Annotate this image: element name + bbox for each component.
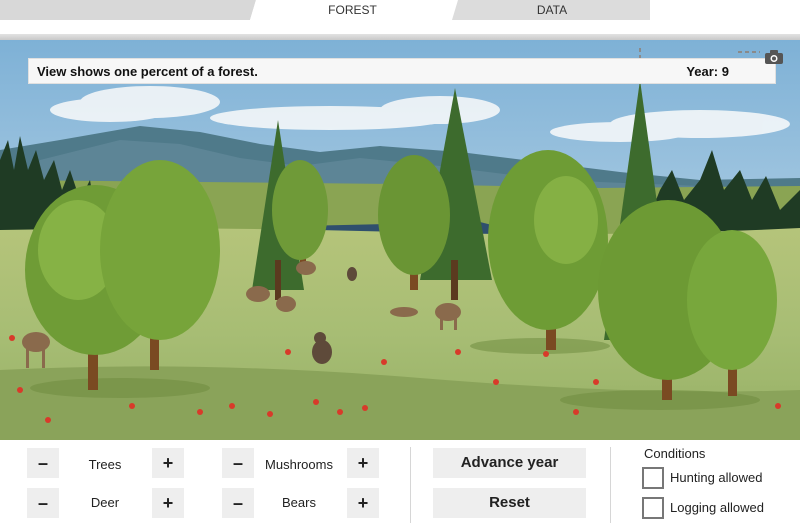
year-value: 9 bbox=[721, 64, 729, 79]
advance-year-button[interactable]: Advance year bbox=[433, 448, 586, 478]
mushrooms-increase-button[interactable]: + bbox=[347, 448, 379, 478]
year-readout: Year: 9 bbox=[686, 64, 729, 79]
bears-decrease-button[interactable]: – bbox=[222, 488, 254, 518]
trees-decrease-button[interactable]: – bbox=[27, 448, 59, 478]
hunting-allowed-label[interactable]: Hunting allowed bbox=[670, 470, 763, 485]
divider-left bbox=[410, 447, 411, 523]
tab-strip-right bbox=[650, 0, 800, 20]
scene-description: View shows one percent of a forest. bbox=[37, 64, 258, 79]
trees-label: Trees bbox=[88, 457, 122, 472]
camera-icon[interactable] bbox=[764, 49, 784, 65]
bears-increase-button[interactable]: + bbox=[347, 488, 379, 518]
tab-bar: FOREST DATA bbox=[0, 0, 800, 34]
logging-allowed-row[interactable]: Logging allowed bbox=[642, 497, 792, 521]
tab-data[interactable]: DATA bbox=[452, 0, 652, 20]
hunting-allowed-checkbox[interactable] bbox=[642, 467, 664, 489]
forest-illustration bbox=[0, 40, 800, 440]
forest-scene bbox=[0, 40, 800, 440]
mushrooms-decrease-button[interactable]: – bbox=[222, 448, 254, 478]
mushrooms-label: Mushrooms bbox=[265, 457, 333, 472]
tab-strip-left bbox=[0, 0, 256, 20]
trees-increase-button[interactable]: + bbox=[152, 448, 184, 478]
reset-button[interactable]: Reset bbox=[433, 488, 586, 518]
bears-label: Bears bbox=[282, 495, 316, 510]
deer-decrease-button[interactable]: – bbox=[27, 488, 59, 518]
logging-allowed-label[interactable]: Logging allowed bbox=[670, 500, 764, 515]
year-label: Year: bbox=[686, 64, 719, 79]
deer-increase-button[interactable]: + bbox=[152, 488, 184, 518]
conditions-title: Conditions bbox=[644, 446, 706, 461]
info-bar: View shows one percent of a forest. Year… bbox=[28, 58, 776, 84]
logging-allowed-checkbox[interactable] bbox=[642, 497, 664, 519]
hunting-allowed-row[interactable]: Hunting allowed bbox=[642, 467, 792, 491]
deer-label: Deer bbox=[90, 495, 120, 510]
tab-forest[interactable]: FOREST bbox=[250, 0, 455, 20]
divider-right bbox=[610, 447, 611, 523]
